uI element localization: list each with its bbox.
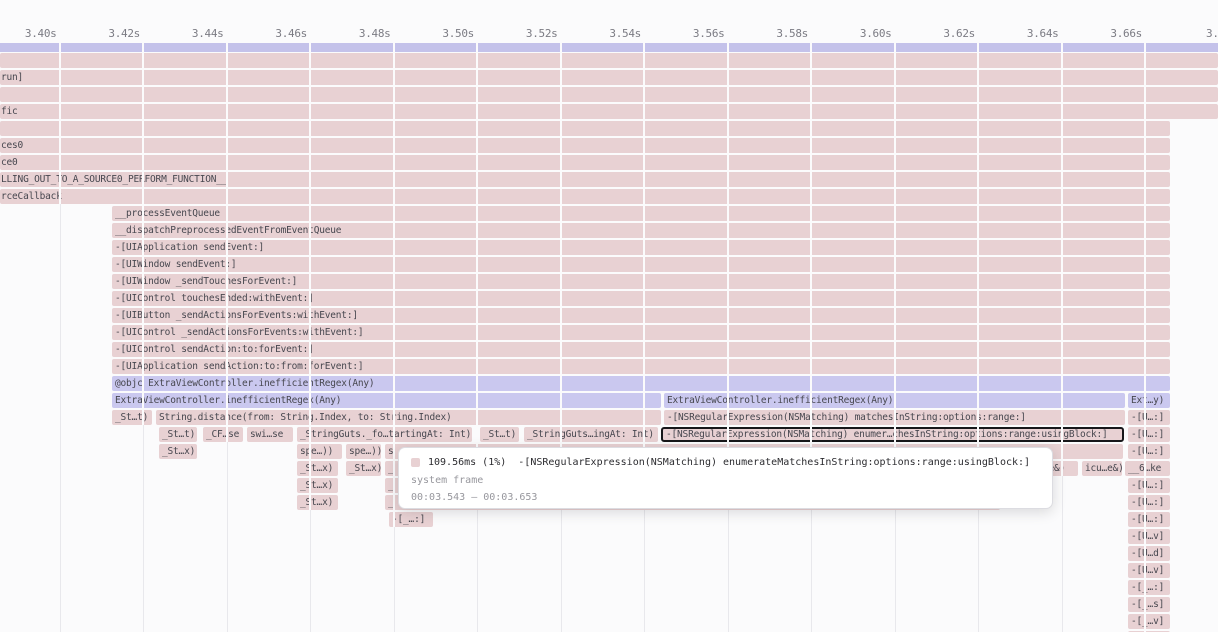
ruler-tick-label: 3.54s	[609, 27, 641, 40]
ruler-tick-label: 3.50s	[442, 27, 474, 40]
flame-bar[interactable]	[0, 121, 1170, 136]
ruler-tick-label: 3.44s	[192, 27, 224, 40]
flame-bar[interactable]: ce0	[0, 155, 1170, 170]
flame-bar[interactable]	[0, 53, 1218, 68]
flame-bar[interactable]: _CF…se	[203, 427, 243, 442]
ruler-tick-label: 3.66s	[1110, 27, 1142, 40]
ruler-tick-label: 3.42s	[108, 27, 140, 40]
flame-bar[interactable]: ExtraViewController.inefficientRegex(Any…	[112, 393, 661, 408]
tick-cut-line	[1144, 43, 1146, 632]
flame-bar[interactable]: _StringGuts._fo…tartingAt: Int)	[297, 427, 472, 442]
flame-bar[interactable]: LLING_OUT_TO_A_SOURCE0_PERFORM_FUNCTION_…	[0, 172, 1170, 187]
ruler-tick-label: 3.48s	[359, 27, 391, 40]
ruler-tick-label: 3.	[1206, 27, 1218, 40]
flame-bar[interactable]: -[UIButton _sendActionsForEvents:withEve…	[112, 308, 1170, 323]
ruler-tick-label: 3.60s	[860, 27, 892, 40]
flame-bar[interactable]: -[U…v]	[1128, 563, 1170, 578]
flame-bar[interactable]: _St…x)	[159, 444, 197, 459]
flame-bar[interactable]: _St…x)	[297, 461, 338, 476]
tooltip-summary: 109.56ms (1%) -[NSRegularExpression(NSMa…	[428, 457, 1030, 468]
flame-bar[interactable]: -[UIWindow _sendTouchesForEvent:]	[112, 274, 1170, 289]
tick-cut-line	[894, 43, 896, 459]
flame-bar[interactable]: _St…x)	[297, 495, 338, 510]
flame-bar[interactable]: String.distance(from: String.Index, to: …	[156, 410, 661, 425]
flame-bar[interactable]	[0, 87, 1218, 102]
ruler-tick-label: 3.52s	[526, 27, 558, 40]
tick-cut-line	[643, 43, 645, 459]
flame-bar[interactable]: -[U…:]	[1128, 478, 1170, 493]
flame-bar[interactable]: -[U…:]	[1128, 427, 1170, 442]
tick-cut-line	[142, 43, 144, 425]
flame-bar[interactable]: run]	[0, 70, 1218, 85]
selected-frame-bar[interactable]: -[NSRegularExpression(NSMatching) enumer…	[661, 427, 1124, 442]
flame-bar[interactable]: swi…se	[247, 427, 293, 442]
tick-cut-line	[727, 43, 729, 459]
flame-bar[interactable]: -[U…:]	[1128, 444, 1170, 459]
flame-bar[interactable]: -[UIControl sendAction:to:forEvent:]	[112, 342, 1170, 357]
flame-bar[interactable]: @objc ExtraViewController.inefficientReg…	[112, 376, 1170, 391]
flame-bar[interactable]: ces0	[0, 138, 1170, 153]
tooltip-detail: system frame	[411, 474, 1040, 487]
flame-bar[interactable]: -[U…:]	[1128, 410, 1170, 425]
flame-bar[interactable]: -[UIWindow sendEvent:]	[112, 257, 1170, 272]
ruler-tick-label: 3.58s	[776, 27, 808, 40]
ruler-tick-label: 3.46s	[275, 27, 307, 40]
flame-bar[interactable]: _St…t)	[112, 410, 152, 425]
flame-bar[interactable]: -[_…v]	[1128, 614, 1170, 629]
ruler-tick-label: 3.56s	[693, 27, 725, 40]
flame-bar[interactable]: __dispatchPreprocessedEventFromEventQueu…	[112, 223, 1170, 238]
flame-bar[interactable]: __processEventQueue	[112, 206, 1170, 221]
flame-bar[interactable]: _St…x)	[297, 478, 338, 493]
flame-bar[interactable]: -[U…d]	[1128, 546, 1170, 561]
flame-bar[interactable]: icu…e&)	[1082, 461, 1122, 476]
ruler-tick-label: 3.62s	[943, 27, 975, 40]
flame-bar[interactable]: fic	[0, 104, 1218, 119]
flame-bar[interactable]: -[_…:]	[389, 512, 433, 527]
flame-bar[interactable]: -[U…v]	[1128, 529, 1170, 544]
flame-bar[interactable]: -[_…s]	[1128, 597, 1170, 612]
flame-bar[interactable]: _St…t)	[159, 427, 197, 442]
flame-bar[interactable]: -[UIControl _sendActionsForEvents:withEv…	[112, 325, 1170, 340]
frame-color-swatch	[411, 458, 420, 467]
tooltip-time-range: 00:03.543 — 00:03.653	[411, 491, 1040, 504]
ruler-tick-label: 3.40s	[25, 27, 57, 40]
flame-bar[interactable]: -[U…:]	[1128, 512, 1170, 527]
tick-cut-line	[309, 43, 311, 510]
tooltip-summary-row: 109.56ms (1%) -[NSRegularExpression(NSMa…	[411, 455, 1040, 470]
tick-cut-line	[977, 43, 979, 459]
flame-bar[interactable]: -[U…:]	[1128, 495, 1170, 510]
tick-cut-line	[59, 43, 61, 204]
flame-bar[interactable]: -[UIControl touchesEnded:withEvent:]	[112, 291, 1170, 306]
flame-bar[interactable]: rceCallback	[0, 189, 1170, 204]
flame-bar[interactable]: -[_…:]	[1128, 580, 1170, 595]
tick-cut-line	[226, 43, 228, 442]
flame-bar[interactable]: -[UIApplication sendAction:to:from:forEv…	[112, 359, 1170, 374]
ruler-tick-label: 3.64s	[1027, 27, 1059, 40]
hover-tooltip: 109.56ms (1%) -[NSRegularExpression(NSMa…	[398, 447, 1053, 509]
flame-bar[interactable]: spe…))	[297, 444, 342, 459]
flame-bar[interactable]: spe…))	[346, 444, 381, 459]
flame-chart[interactable]: 3.40s 3.42s 3.44s 3.46s 3.48s 3.50s 3.52s 3.54s…	[0, 0, 1218, 632]
tick-cut-line	[560, 43, 562, 459]
flame-bar[interactable]: _St…t)	[480, 427, 519, 442]
flame-bar[interactable]: __6…ke	[1125, 461, 1170, 476]
tick-cut-line	[810, 43, 812, 459]
thread-track-strip[interactable]	[0, 43, 1218, 52]
tick-cut-line	[476, 43, 478, 459]
flame-bar[interactable]: Ext…y)	[1128, 393, 1170, 408]
flame-bar[interactable]: -[UIApplication sendEvent:]	[112, 240, 1170, 255]
flame-bar[interactable]: _St…x)	[346, 461, 381, 476]
tick-cut-line	[393, 43, 395, 527]
tick-cut-line	[1061, 43, 1063, 476]
flame-bar[interactable]: _StringGuts…ingAt: Int)	[524, 427, 658, 442]
